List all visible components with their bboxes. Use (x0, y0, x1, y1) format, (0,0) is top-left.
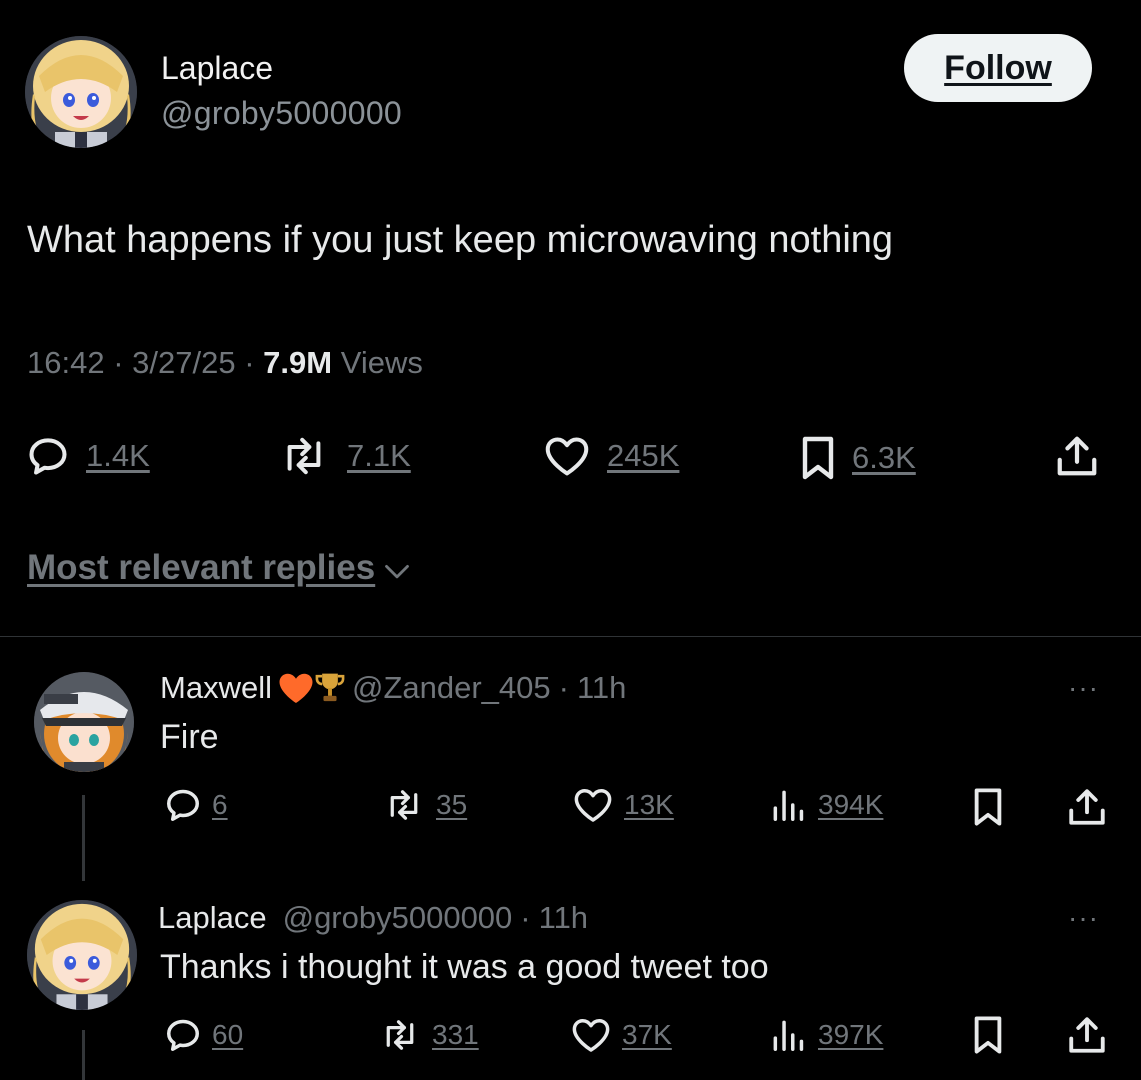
bookmark-icon (802, 436, 834, 480)
anime-avatar-icon (27, 900, 137, 1010)
trophy-icon (315, 673, 345, 702)
sort-replies-button[interactable]: Most relevant replies (27, 548, 411, 588)
bookmark-icon (974, 1016, 1002, 1054)
reply-icon (29, 438, 67, 475)
like-count: 13K (624, 789, 674, 820)
reply-repost-button[interactable]: 35 (382, 786, 467, 824)
reply-reply-button[interactable]: 60 (164, 1016, 243, 1054)
reply-count: 6 (212, 789, 228, 820)
sort-label: Most relevant replies (27, 548, 376, 587)
views-label: Views (340, 345, 423, 380)
reply-author-name[interactable]: Laplace (158, 900, 267, 936)
reply-more-button[interactable]: ··· (1068, 672, 1099, 704)
like-count: 245K (607, 438, 680, 473)
author-avatar[interactable] (25, 36, 137, 148)
reply-time[interactable]: 11h (539, 900, 588, 936)
follow-button[interactable]: Follow (904, 34, 1092, 102)
tweet-meta: 16:42 · 3/27/25 · 7.9M Views (27, 345, 423, 381)
reply-like-button[interactable]: 37K (570, 1016, 672, 1054)
tweet-date[interactable]: 3/27/25 (132, 345, 235, 380)
like-button[interactable]: 245K (543, 434, 679, 478)
thread-line (82, 1030, 85, 1080)
reply-author-handle[interactable]: @groby5000000 (283, 900, 513, 936)
views-count: 7.9M (263, 345, 333, 380)
share-icon (1069, 1017, 1105, 1053)
reply-share-button[interactable] (1066, 1014, 1108, 1056)
reply-bookmark-button[interactable] (972, 786, 1004, 828)
tweet-text: What happens if you just keep microwavin… (27, 219, 894, 261)
reply-text: Fire (160, 718, 219, 756)
repost-icon (287, 437, 321, 475)
reply-avatar[interactable] (27, 900, 137, 1010)
tweet-time[interactable]: 16:42 (27, 345, 105, 380)
reply-share-button[interactable] (1066, 786, 1108, 828)
repost-count: 35 (436, 789, 468, 820)
reply-bookmark-button[interactable] (972, 1014, 1004, 1056)
heart-icon (572, 1019, 610, 1052)
repost-count: 7.1K (347, 438, 411, 473)
thread-line (82, 795, 85, 881)
repost-icon (390, 790, 418, 820)
heart-icon (545, 437, 589, 476)
badge-icons (278, 671, 346, 705)
bookmark-button[interactable]: 6.3K (800, 434, 916, 482)
author-name[interactable]: Laplace (161, 50, 273, 87)
meta-separator: · (244, 345, 255, 380)
meta-separator: · (113, 345, 124, 380)
reply-icon (167, 789, 199, 821)
reply-header: Laplace @groby5000000 · 11h (158, 900, 589, 936)
reply-time[interactable]: 11h (577, 670, 626, 706)
share-icon (1057, 436, 1097, 476)
orange-heart-icon (279, 673, 313, 703)
heart-icon (574, 789, 612, 822)
reply-count: 1.4K (86, 438, 150, 473)
author-handle[interactable]: @groby5000000 (161, 95, 402, 132)
repost-icon (386, 1020, 414, 1050)
reply-header: Maxwell @Zander_405 · 11h (160, 670, 627, 706)
reply-views-button[interactable]: 397K (768, 1016, 883, 1054)
views-count: 397K (818, 1019, 884, 1050)
chevron-down-icon (385, 564, 410, 579)
reply-button[interactable]: 1.4K (26, 434, 150, 478)
anime-avatar-icon (34, 672, 134, 772)
like-count: 37K (622, 1019, 672, 1050)
reply-repost-button[interactable]: 331 (378, 1016, 479, 1054)
section-divider (0, 636, 1141, 637)
reply-author-name[interactable]: Maxwell (160, 670, 272, 706)
share-button[interactable] (1054, 432, 1100, 480)
repost-count: 331 (432, 1019, 479, 1050)
share-icon (1069, 789, 1105, 825)
reply-views-button[interactable]: 394K (768, 786, 883, 824)
reply-more-button[interactable]: ··· (1068, 902, 1099, 934)
views-icon (773, 790, 804, 821)
bookmark-count: 6.3K (852, 440, 916, 475)
reply-icon (167, 1019, 199, 1051)
reply-like-button[interactable]: 13K (572, 786, 674, 824)
reply-avatar[interactable] (34, 672, 134, 772)
views-count: 394K (818, 789, 884, 820)
anime-avatar-icon (25, 36, 137, 148)
reply-author-handle[interactable]: @Zander_405 (352, 670, 551, 706)
reply-count: 60 (212, 1019, 244, 1050)
bookmark-icon (974, 788, 1002, 826)
reply-text: Thanks i thought it was a good tweet too (160, 948, 769, 986)
reply-reply-button[interactable]: 6 (164, 786, 228, 824)
repost-button[interactable]: 7.1K (277, 434, 411, 478)
views-icon (773, 1020, 804, 1051)
